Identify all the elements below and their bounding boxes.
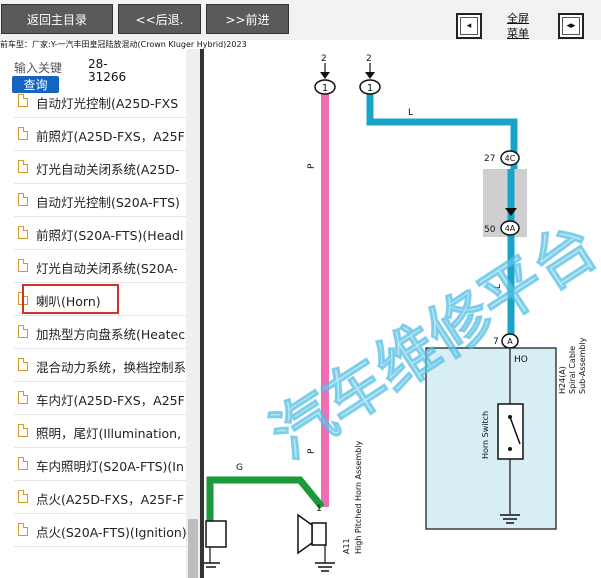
wire-label: P [307, 163, 317, 169]
nav-item-label: 照明，尾灯(Illumination, [36, 426, 182, 441]
nav-item[interactable]: 自动灯光控制(A25D-FXS [14, 85, 186, 118]
nav-item[interactable]: 加热型方向盘系统(Heatec [14, 316, 186, 349]
selection-highlight [22, 284, 119, 314]
scrollbar-thumb[interactable] [188, 519, 198, 578]
spiral-name: Spiral Cable [568, 346, 577, 394]
nav-item-label: 灯光自动关闭系统(A25D- [36, 162, 180, 177]
vehicle-info: 前车型：厂家:Y-一汽丰田皇冠陆放混动(Crown Kluger Hybrid)… [0, 40, 247, 49]
pin-label: 2 [366, 54, 372, 64]
pin-label: 27 [484, 154, 495, 164]
nav-item-label: 自动灯光控制(A25D-FXS [36, 96, 179, 111]
arrow-down-icon [365, 72, 375, 79]
nav-item-label: 车内照明灯(S20A-FTS)(In [36, 459, 184, 474]
spiral-subname: Sub-Assembly [578, 337, 587, 394]
nav-item-label: 灯光自动关闭系统(S20A- [36, 261, 178, 276]
pin-label: 2 [321, 54, 327, 64]
back-button[interactable]: <<后退. [118, 4, 201, 34]
nav-item[interactable]: 灯光自动关闭系统(S20A- [14, 250, 186, 283]
sidebar: 输入关键 28- 31266 查询 自动灯光控制(A25D-FXS 前照灯(A25… [0, 49, 200, 578]
connector-label: A [507, 337, 513, 346]
nav-item[interactable]: 车内照明灯(S20A-FTS)(In [14, 448, 186, 481]
nav-item[interactable]: 点火(S20A-FTS)(Ignition) [14, 514, 186, 547]
nav-item-label: 加热型方向盘系统(Heatec [36, 327, 186, 342]
nav-item[interactable]: 喇叭(Horn) [14, 283, 186, 316]
document-icon [18, 325, 28, 338]
menu-label: 菜单 [507, 27, 529, 40]
nav-item[interactable]: 车内灯(A25D-FXS，A25F [14, 382, 186, 415]
pin-label: 1 [316, 504, 322, 514]
nav-item[interactable]: 灯光自动关闭系统(A25D- [14, 151, 186, 184]
arrow-down-icon [320, 72, 330, 79]
document-icon [18, 424, 28, 437]
nav-item-label: 点火(S20A-FTS)(Ignition) [36, 525, 186, 540]
home-button[interactable]: 返回主目录 [1, 4, 113, 34]
fullscreen-menu-link[interactable]: 全屏 菜单 [500, 11, 536, 41]
pin-label: 50 [484, 225, 496, 235]
nav-item-label: 车内灯(A25D-FXS，A25F [36, 393, 185, 408]
wire-label: L [408, 108, 413, 118]
connector-label: 4A [505, 224, 516, 233]
search-code: 28- 31266 [88, 57, 127, 84]
horn-switch-label: Horn Switch [481, 411, 490, 459]
document-icon [18, 457, 28, 470]
wire-label: G [236, 463, 243, 473]
nav-item[interactable]: 前照灯(A25D-FXS，A25F [14, 118, 186, 151]
nav-item[interactable]: 照明，尾灯(Illumination, [14, 415, 186, 448]
document-icon [18, 259, 28, 272]
document-icon [18, 523, 28, 536]
connector-label: 1 [322, 83, 328, 94]
document-icon [18, 490, 28, 503]
panel-left-icon: ◂ [460, 17, 478, 35]
nav-item-label: 点火(A25D-FXS，A25F-F [36, 492, 185, 507]
toolbar: 返回主目录 <<后退. >>前进 ◂ 全屏 菜单 ◂▸ [0, 0, 601, 40]
fullscreen-label: 全屏 [507, 12, 529, 25]
document-icon [18, 94, 28, 107]
search-input[interactable]: 输入关键 [14, 59, 62, 76]
nav-item-label: 混合动力系统，换档控制系 [36, 360, 186, 375]
wiring-diagram: 2 1 2 1 P P L L G 27 4C 50 4A 7 A HO Hor… [204, 49, 601, 578]
document-icon [18, 127, 28, 140]
collapse-panel-button[interactable]: ◂ [456, 13, 482, 39]
connector-label: 4C [505, 154, 516, 163]
document-icon [18, 193, 28, 206]
document-icon [18, 226, 28, 239]
document-icon [18, 391, 28, 404]
forward-button[interactable]: >>前进 [206, 4, 289, 34]
ho-label: HO [514, 355, 528, 365]
horn-name: High Pitched Horn Assembly [354, 441, 363, 554]
horn-code: A11 [342, 538, 351, 554]
horn-icon-left [205, 520, 227, 548]
nav-item[interactable]: 点火(A25D-FXS，A25F-F [14, 481, 186, 514]
wiring-diagram-svg: 2 1 2 1 P P L L G 27 4C 50 4A 7 A HO Hor… [204, 54, 601, 572]
connector-label: 1 [367, 83, 373, 94]
nav-item[interactable]: 前照灯(S20A-FTS)(Headl [14, 217, 186, 250]
sidebar-scrollbar[interactable] [186, 49, 200, 578]
document-icon [18, 160, 28, 173]
spiral-code: H24(A) [558, 366, 567, 394]
nav-item-label: 前照灯(S20A-FTS)(Headl [36, 228, 184, 243]
expand-panel-button[interactable]: ◂▸ [558, 13, 584, 39]
nav-item[interactable]: 混合动力系统，换档控制系 [14, 349, 186, 382]
panel-expand-icon: ◂▸ [562, 17, 580, 35]
nav-item-label: 自动灯光控制(S20A-FTS) [36, 195, 180, 210]
nav-item[interactable]: 自动灯光控制(S20A-FTS) [14, 184, 186, 217]
nav-item-label: 前照灯(A25D-FXS，A25F [36, 129, 185, 144]
horn-icon [311, 522, 327, 546]
document-icon [18, 358, 28, 371]
